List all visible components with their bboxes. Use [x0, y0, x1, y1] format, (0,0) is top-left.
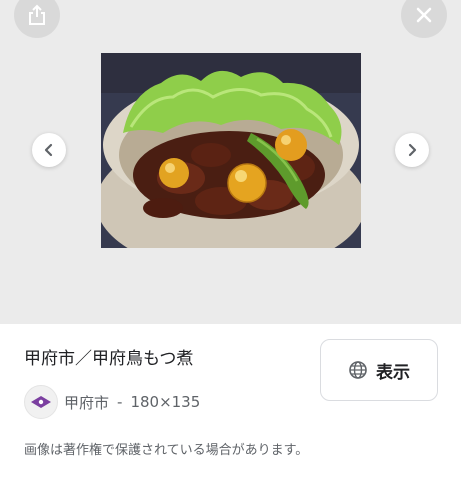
- image-viewer: [0, 0, 461, 324]
- close-button[interactable]: [401, 0, 447, 38]
- visit-button-label: 表示: [376, 362, 410, 383]
- site-favicon: [24, 385, 58, 419]
- preview-image[interactable]: [101, 53, 361, 248]
- close-icon: [416, 7, 432, 23]
- visit-button[interactable]: 表示: [320, 339, 438, 401]
- food-photo: [101, 53, 361, 248]
- chevron-right-icon: [408, 143, 417, 157]
- next-image-button[interactable]: [395, 133, 429, 167]
- image-dimensions: 180×135: [130, 393, 201, 411]
- site-emblem-icon: [31, 396, 51, 408]
- source-separator: -: [117, 393, 123, 411]
- copyright-notice: 画像は著作権で保護されている場合があります。: [24, 443, 309, 458]
- source-info[interactable]: 甲府市 - 180×135: [24, 384, 200, 420]
- image-title[interactable]: 甲府市／甲府鳥もつ煮: [24, 344, 193, 369]
- share-button[interactable]: [14, 0, 60, 38]
- globe-icon: [349, 361, 367, 379]
- share-icon: [29, 4, 45, 25]
- source-site-name: 甲府市: [64, 393, 110, 412]
- image-details-panel: 甲府市／甲府鳥もつ煮 表示 甲府市 - 180×135 画像は著作権で保護されて…: [0, 324, 461, 480]
- chevron-left-icon: [44, 143, 53, 157]
- previous-image-button[interactable]: [32, 133, 66, 167]
